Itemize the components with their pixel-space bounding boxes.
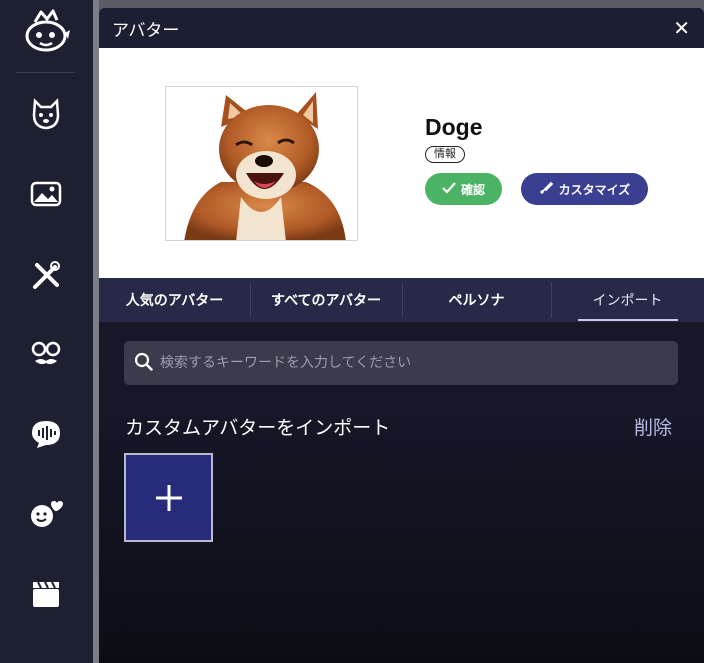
dialog-title: アバター	[112, 20, 180, 41]
add-avatar-button[interactable]	[124, 453, 213, 542]
dialog-titlebar: アバター ✕	[99, 8, 704, 48]
search-input[interactable]	[160, 355, 660, 371]
plus-icon	[155, 484, 182, 511]
image-icon[interactable]	[28, 176, 64, 212]
brush-icon	[539, 181, 553, 198]
tab-all[interactable]: すべてのアバター	[250, 278, 402, 322]
customize-button[interactable]: カスタマイズ	[521, 173, 648, 205]
confirm-label: 確認	[460, 182, 485, 197]
customize-label: カスタマイズ	[558, 182, 631, 197]
mascot-logo-icon[interactable]	[21, 8, 71, 54]
clapperboard-icon[interactable]	[28, 576, 64, 612]
avatar-preview	[165, 86, 358, 241]
info-badge[interactable]: 情報	[425, 146, 465, 163]
import-section-title: カスタムアバターをインポート	[125, 417, 391, 439]
tab-persona[interactable]: ペルソナ	[402, 278, 551, 322]
left-sidebar	[0, 0, 93, 663]
dog-face-icon[interactable]	[28, 96, 64, 132]
search-bar	[124, 341, 678, 385]
check-icon	[442, 181, 456, 197]
confirm-button[interactable]: 確認	[425, 173, 502, 205]
search-icon	[134, 352, 153, 375]
tab-popular[interactable]: 人気のアバター	[99, 278, 250, 322]
close-icon[interactable]: ✕	[673, 18, 690, 38]
delete-button[interactable]: 削除	[634, 413, 672, 440]
avatar-info-panel: Doge 情報 確認 カスタマイズ	[99, 48, 704, 278]
tools-icon[interactable]	[28, 258, 64, 294]
avatar-tab-bar: 人気のアバター すべてのアバター ペルソナ インポート	[99, 278, 704, 322]
sidebar-divider	[16, 72, 75, 73]
voice-bubble-icon[interactable]	[28, 416, 64, 452]
dog-avatar-image	[184, 92, 346, 240]
avatar-name: Doge	[425, 114, 483, 140]
avatar-dialog: アバター ✕ Doge 情報 確認 カスタマイズ 人気のアバター すべてのアバタ…	[99, 8, 704, 663]
mask-glasses-icon[interactable]	[28, 336, 64, 372]
tab-import[interactable]: インポート	[551, 278, 704, 322]
emoji-heart-icon[interactable]	[28, 496, 64, 532]
